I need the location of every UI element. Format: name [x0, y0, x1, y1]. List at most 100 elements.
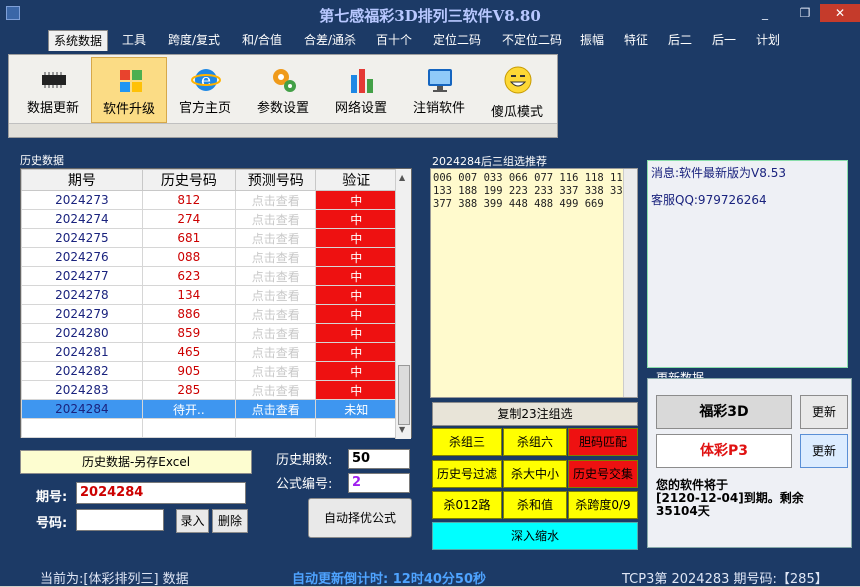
history-scrollbar[interactable]: ▲ ▼ [395, 169, 411, 439]
menu-item-digits[interactable]: 百十个 [370, 30, 418, 51]
row-prediction[interactable]: 点击查看 [234, 361, 317, 381]
header-period[interactable]: 期号 [21, 169, 143, 191]
data-update-button[interactable]: 数据更新 [15, 57, 91, 123]
menu-item-plan[interactable]: 计划 [750, 30, 786, 51]
recommend-textarea[interactable]: 006 007 033 066 077 116 118 119 133 188 … [430, 168, 638, 398]
table-row[interactable]: 2024279 886 点击查看中 [21, 304, 397, 324]
filter-button[interactable]: 杀大中小 [503, 460, 567, 488]
ie-browser-icon: e [191, 69, 221, 91]
filter-button[interactable]: 胆码匹配 [568, 428, 638, 456]
empty-cell [21, 418, 143, 438]
row-prediction[interactable]: 点击查看 [234, 380, 317, 400]
scroll-up-icon[interactable]: ▲ [399, 173, 405, 182]
table-row[interactable]: 2024283 285 点击查看中 [21, 380, 397, 400]
menu-item-sum[interactable]: 和/合值 [234, 30, 290, 51]
row-history-number: 623 [141, 266, 236, 286]
table-row[interactable]: 2024273 812 点击查看中 [21, 190, 397, 210]
row-history-number: 待开.. [141, 399, 236, 419]
row-verify: 中 [315, 304, 397, 324]
row-prediction[interactable]: 点击查看 [234, 399, 317, 419]
row-prediction[interactable]: 点击查看 [234, 342, 317, 362]
filter-button[interactable]: 杀组六 [503, 428, 567, 456]
menu-item-tools[interactable]: 工具 [114, 30, 154, 51]
header-prediction[interactable]: 预测号码 [234, 169, 317, 191]
history-group-title: 历史数据 [20, 154, 64, 167]
delete-button[interactable]: 删除 [212, 509, 248, 533]
history-count-input[interactable]: 50 [348, 449, 410, 469]
logout-label: 注销软件 [412, 101, 465, 116]
row-prediction[interactable]: 点击查看 [234, 266, 317, 286]
row-history-number: 465 [141, 342, 236, 362]
history-scroll-thumb[interactable] [398, 365, 410, 425]
row-period: 2024275 [21, 228, 143, 248]
table-row[interactable]: 2024282 905 点击查看中 [21, 361, 397, 381]
table-row[interactable]: 2024278 134 点击查看中 [21, 285, 397, 305]
update-fc3d-button[interactable]: 更新 [800, 395, 848, 429]
header-verify[interactable]: 验证 [315, 169, 397, 191]
filter-button[interactable]: 杀和值 [503, 491, 567, 519]
formula-input[interactable]: 2 [348, 473, 410, 493]
scroll-down-icon[interactable]: ▼ [399, 425, 405, 434]
row-prediction[interactable]: 点击查看 [234, 228, 317, 248]
menu-item-span[interactable]: 跨度/复式 [160, 30, 228, 51]
windows-logo-icon [120, 70, 142, 92]
minimize-button[interactable]: _ [752, 4, 778, 22]
menu-item-nonpos-two[interactable]: 不定位二码 [494, 30, 570, 51]
row-prediction[interactable]: 点击查看 [234, 247, 317, 267]
enter-button[interactable]: 录入 [176, 509, 209, 533]
number-input[interactable] [76, 509, 164, 531]
row-prediction[interactable]: 点击查看 [234, 323, 317, 343]
table-row[interactable]: 2024274 274 点击查看中 [21, 209, 397, 229]
row-prediction[interactable]: 点击查看 [234, 209, 317, 229]
table-row[interactable]: 2024281 465 点击查看中 [21, 342, 397, 362]
maximize-button[interactable]: ❐ [792, 4, 818, 22]
row-prediction[interactable]: 点击查看 [234, 190, 317, 210]
menu-item-pos-two[interactable]: 定位二码 [426, 30, 488, 51]
app-window: 第七感福彩3D排列三软件V8.80 _ ❐ ✕ 系统数据 工具 跨度/复式 和/… [0, 0, 860, 587]
network-settings-button[interactable]: 网络设置 [323, 57, 399, 123]
recommend-scrollbar[interactable] [623, 169, 637, 397]
message-qq: 客服QQ:979726264 [651, 193, 767, 207]
empty-cell [141, 418, 236, 438]
close-button[interactable]: ✕ [820, 4, 860, 22]
period-input[interactable]: 2024284 [76, 482, 246, 504]
filter-button[interactable]: 历史号过滤 [432, 460, 502, 488]
filter-button[interactable]: 历史号交集 [568, 460, 638, 488]
update-panel: 福彩3D 更新 体彩P3 更新 您的软件将于 [2120-12-04]到期。剩余… [647, 378, 852, 548]
logout-button[interactable]: 注销软件 [401, 57, 477, 123]
row-period: 2024273 [21, 190, 143, 210]
expire-notice: 您的软件将于 [2120-12-04]到期。剩余 35104天 [656, 478, 804, 518]
table-row[interactable]: 2024275 681 点击查看中 [21, 228, 397, 248]
table-row[interactable]: 2024277 623 点击查看中 [21, 266, 397, 286]
menu-item-system-data[interactable]: 系统数据 [48, 30, 108, 51]
header-history-number[interactable]: 历史号码 [141, 169, 236, 191]
smiley-icon [504, 66, 532, 94]
row-period: 2024283 [21, 380, 143, 400]
export-excel-button[interactable]: 历史数据-另存Excel [20, 450, 252, 474]
menu-item-last-two[interactable]: 后二 [662, 30, 698, 51]
copy-combos-button[interactable]: 复制23注组选 [432, 402, 638, 426]
row-prediction[interactable]: 点击查看 [234, 304, 317, 324]
row-prediction[interactable]: 点击查看 [234, 285, 317, 305]
history-grid: 期号 历史号码 预测号码 验证 2024273 812 点击查看中 2024274 27… [21, 169, 397, 438]
menu-item-diff[interactable]: 合差/通杀 [296, 30, 364, 51]
row-period: 2024284 [21, 399, 143, 419]
deep-shrink-button[interactable]: 深入缩水 [432, 522, 638, 550]
menu-item-feature[interactable]: 特征 [618, 30, 654, 51]
settings-button[interactable]: 参数设置 [245, 57, 321, 123]
auto-formula-button[interactable]: 自动择优公式 [308, 498, 412, 538]
row-verify: 中 [315, 380, 397, 400]
table-row[interactable]: 2024284 待开.. 点击查看 未知 [21, 399, 397, 419]
menu-item-amplitude[interactable]: 振幅 [574, 30, 610, 51]
update-tcp3-button[interactable]: 更新 [800, 434, 848, 468]
menu-item-last-one[interactable]: 后一 [706, 30, 742, 51]
homepage-button[interactable]: e 官方主页 [167, 57, 243, 123]
filter-button[interactable]: 杀跨度0/9 [568, 491, 638, 519]
software-upgrade-button[interactable]: 软件升级 [91, 57, 167, 123]
table-row[interactable]: 2024276 088 点击查看中 [21, 247, 397, 267]
simple-mode-button[interactable]: 傻瓜模式 [479, 57, 555, 123]
filter-button[interactable]: 杀012路 [432, 491, 502, 519]
status-current: 当前为:[体彩排列三] 数据 [40, 572, 189, 587]
table-row[interactable]: 2024280 859 点击查看中 [21, 323, 397, 343]
filter-button[interactable]: 杀组三 [432, 428, 502, 456]
